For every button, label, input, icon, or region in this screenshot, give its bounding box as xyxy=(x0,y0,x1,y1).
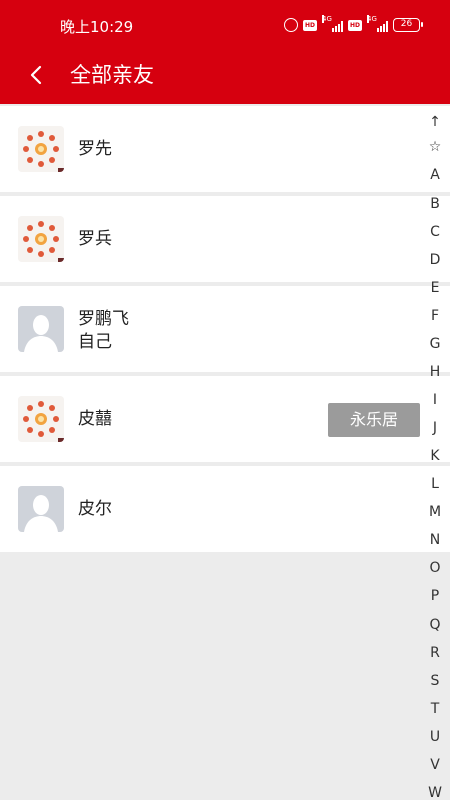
index-letter-v[interactable]: V xyxy=(420,751,450,779)
index-letter-w[interactable]: W xyxy=(420,779,450,800)
index-letter-o[interactable]: O xyxy=(420,554,450,582)
status-time: 晚上10:29 xyxy=(60,18,134,36)
status-bar: 晚上10:29 HD 4G HD 4G 26 xyxy=(0,0,450,50)
flower-avatar xyxy=(18,396,64,442)
index-letter-n[interactable]: N xyxy=(420,526,450,554)
location-tag-button[interactable]: 永乐居 xyxy=(328,403,420,437)
chevron-left-icon xyxy=(30,65,42,85)
header: 全部亲友 xyxy=(0,50,450,104)
index-letter-b[interactable]: B xyxy=(420,190,450,218)
index-letter-m[interactable]: M xyxy=(420,498,450,526)
index-letter-s[interactable]: S xyxy=(420,667,450,695)
contact-name: 罗先 xyxy=(78,139,112,159)
index-letter-l[interactable]: L xyxy=(420,470,450,498)
contact-name: 皮尔 xyxy=(78,499,112,519)
index-letter-g[interactable]: G xyxy=(420,330,450,358)
hd-icon: HD xyxy=(303,19,317,31)
index-letter-c[interactable]: C xyxy=(420,218,450,246)
index-letter-h[interactable]: H xyxy=(420,358,450,386)
contact-row[interactable]: 罗先 xyxy=(0,106,420,192)
network-label: 4G xyxy=(322,15,332,23)
index-letter-e[interactable]: E xyxy=(420,274,450,302)
contact-name: 罗兵 xyxy=(78,229,112,249)
index-letter-p[interactable]: P xyxy=(420,582,450,610)
index-letter-t[interactable]: T xyxy=(420,695,450,723)
index-letter-u[interactable]: U xyxy=(420,723,450,751)
index-letter-f[interactable]: F xyxy=(420,302,450,330)
index-letter-q[interactable]: Q xyxy=(420,611,450,639)
contact-row[interactable]: 罗兵 xyxy=(0,196,420,282)
alarm-icon xyxy=(284,18,298,32)
index-letter-d[interactable]: D xyxy=(420,246,450,274)
index-letter-k[interactable]: K xyxy=(420,442,450,470)
default-avatar xyxy=(18,306,64,352)
index-letter-r[interactable]: R xyxy=(420,639,450,667)
network-label: 4G xyxy=(367,15,377,23)
flower-avatar xyxy=(18,126,64,172)
empty-area xyxy=(0,554,450,800)
hd-icon: HD xyxy=(348,19,362,31)
index-star[interactable]: ☆ xyxy=(420,133,450,161)
page-title: 全部亲友 xyxy=(70,63,154,87)
status-icons: HD 4G HD 4G 26 xyxy=(284,15,423,33)
contact-row[interactable]: 皮尔 xyxy=(0,466,420,552)
battery-icon: 26 xyxy=(393,18,423,32)
index-letter-i[interactable]: I xyxy=(420,386,450,414)
index-up-arrow[interactable]: ↑ xyxy=(420,108,450,136)
contact-name: 皮囍 xyxy=(78,409,112,429)
contact-row[interactable]: 罗鹏飞 自己 xyxy=(0,286,420,372)
index-letter-a[interactable]: A xyxy=(420,161,450,189)
contact-relation: 自己 xyxy=(78,332,112,352)
signal-icon: 4G xyxy=(322,15,343,32)
flower-avatar xyxy=(18,216,64,262)
signal-icon: 4G xyxy=(367,15,388,32)
default-avatar xyxy=(18,486,64,532)
contact-name: 罗鹏飞 xyxy=(78,309,129,329)
alphabet-index-bar[interactable]: ↑ ☆ A B C D E F G H I J K L M N O P Q R … xyxy=(420,108,450,800)
contact-row[interactable]: 皮囍 永乐居 xyxy=(0,376,420,462)
index-letter-j[interactable]: J xyxy=(420,414,450,442)
back-button[interactable] xyxy=(18,57,54,93)
